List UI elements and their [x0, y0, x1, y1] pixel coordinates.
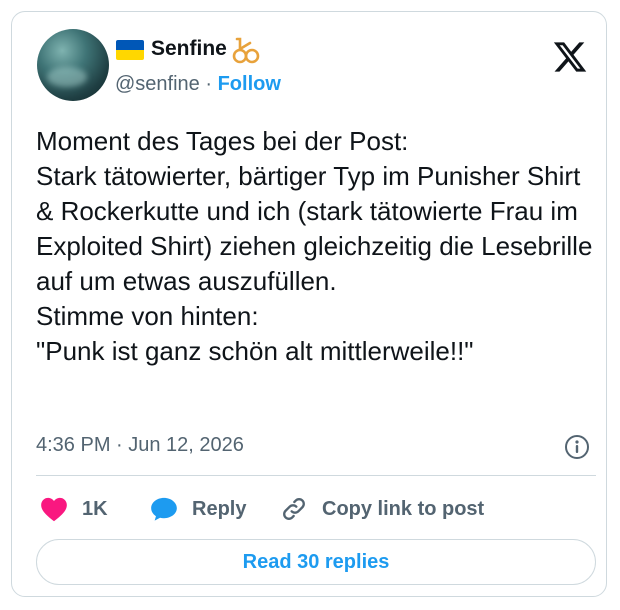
author-display-name[interactable]: Senfine	[151, 37, 227, 61]
like-button[interactable]: 1K	[40, 494, 108, 524]
ukraine-flag-icon	[116, 40, 144, 60]
x-logo-icon[interactable]	[552, 39, 588, 75]
divider	[36, 475, 596, 476]
handle-row: @senfine · Follow	[115, 73, 281, 96]
tweet-card: Senfine @senfine · Follow Moment des Tag…	[11, 11, 607, 597]
copy-link-label: Copy link to post	[322, 497, 485, 520]
author-handle[interactable]: @senfine	[115, 73, 200, 95]
like-count: 1K	[82, 497, 108, 520]
tweet-text: Moment des Tages bei der Post: Stark tät…	[36, 126, 593, 366]
avatar[interactable]	[37, 29, 109, 101]
bicycle-emblem-icon	[232, 37, 260, 64]
copy-link-button[interactable]: Copy link to post	[280, 494, 484, 524]
read-replies-button[interactable]: Read 30 replies	[36, 539, 596, 585]
follow-button[interactable]: Follow	[218, 73, 281, 95]
reply-button[interactable]: Reply	[150, 494, 246, 524]
separator-dot: ·	[205, 73, 213, 95]
heart-icon	[41, 497, 67, 522]
tweet-timestamp[interactable]: 4:36 PM · Jun 12, 2026	[36, 434, 244, 457]
reply-bubble-icon	[151, 497, 177, 521]
reply-label: Reply	[192, 497, 247, 520]
info-icon[interactable]	[564, 434, 590, 460]
link-icon	[283, 498, 305, 520]
